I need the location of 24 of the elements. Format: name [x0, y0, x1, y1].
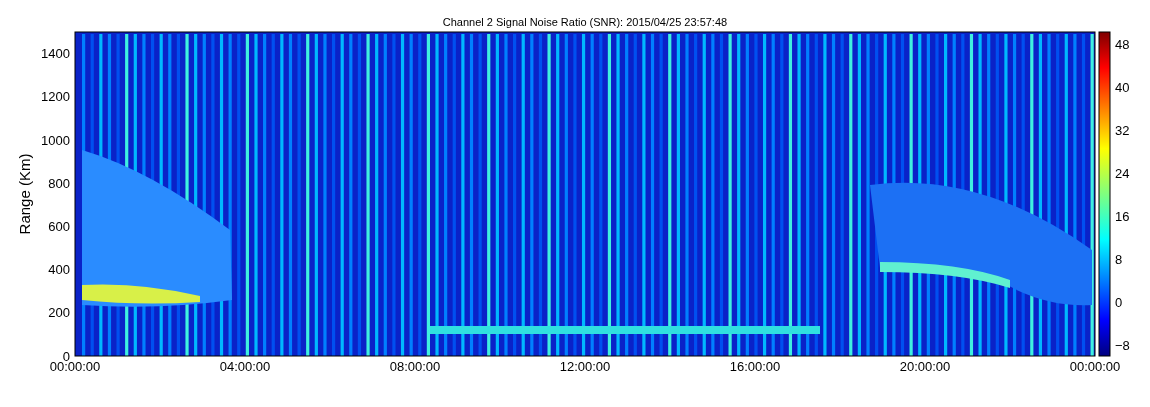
y-tick-label: 400: [48, 262, 70, 278]
colorbar-tick-label: 24: [1115, 165, 1130, 181]
colorbar-tick-label: 40: [1115, 79, 1130, 95]
colorbar-tick-label: 48: [1115, 36, 1130, 52]
x-tick-label: 20:00:00: [899, 359, 951, 374]
y-tick-label: 1000: [41, 132, 70, 148]
x-tick-label: 16:00:00: [729, 359, 781, 374]
y-tick-label: 200: [48, 305, 70, 321]
y-tick-label: 600: [48, 218, 70, 234]
colorbar-tick-label: 32: [1115, 122, 1130, 138]
colorbar-tick-label: −8: [1115, 337, 1130, 353]
colorbar-tick-label: 8: [1115, 251, 1123, 267]
x-tick-label: 12:00:00: [559, 359, 611, 374]
x-tick-label: 04:00:00: [219, 359, 271, 374]
y-axis-label: Range (Km): [16, 153, 33, 235]
y-tick-label: 1400: [41, 46, 70, 62]
y-tick-label: 800: [48, 175, 70, 191]
colorbar-tick-label: 16: [1115, 208, 1130, 224]
x-tick-label: 08:00:00: [389, 359, 441, 374]
x-tick-label: 00:00:00: [49, 359, 101, 374]
chart-title: Channel 2 Signal Noise Ratio (SNR): 2015/04/25 23:57:48: [442, 16, 728, 28]
x-tick-label: 00:00:00: [1069, 359, 1121, 374]
colorbar-tick-label: 0: [1115, 294, 1123, 310]
y-tick-label: 1200: [41, 89, 70, 105]
